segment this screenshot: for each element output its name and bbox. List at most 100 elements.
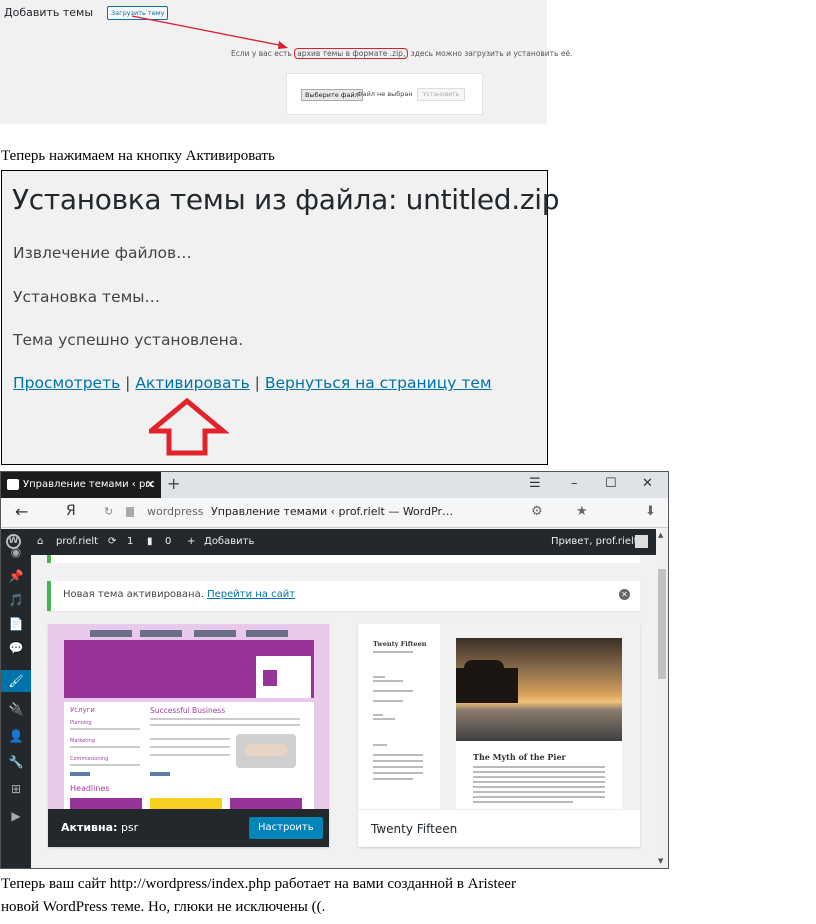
reload-icon[interactable]: ↻	[104, 505, 113, 518]
preview-nav-item	[90, 630, 132, 637]
browser-screenshot: Управление темами ‹ prc ✕ + ☰ – ☐ ✕ ← Я …	[0, 471, 669, 869]
scroll-up-icon[interactable]: ▲	[658, 531, 663, 539]
preview-text-line	[373, 690, 413, 692]
avatar[interactable]	[635, 535, 648, 548]
url-page-title[interactable]: Управление темами ‹ prof.rielt — WordPr…	[211, 505, 453, 518]
add-new-link[interactable]: Добавить	[204, 529, 254, 555]
upload-theme-screenshot: Добавить темы Загрузить тему Если у вас …	[0, 0, 572, 124]
preview-text-line	[373, 744, 387, 746]
comments-icon[interactable]: ▮	[147, 529, 153, 555]
comments-count[interactable]: 0	[165, 529, 171, 555]
preview-text-line	[473, 771, 605, 773]
pin-icon[interactable]: 📌	[1, 565, 31, 587]
window-close-icon[interactable]: ✕	[642, 476, 653, 491]
step-installing: Установка темы…	[13, 288, 161, 306]
back-arrow-icon[interactable]: ←	[15, 502, 28, 521]
preview-text-line	[473, 781, 605, 783]
preview-text-line	[150, 724, 300, 726]
theme-footer: Twenty Fifteen	[358, 809, 640, 847]
preview-hand	[244, 744, 288, 756]
url-host[interactable]: wordpress	[147, 505, 204, 518]
home-icon[interactable]: ⌂	[37, 529, 43, 555]
activate-link[interactable]: Активировать	[135, 374, 249, 392]
preview-text-line	[373, 760, 423, 762]
wp-admin-bar: W ⌂ prof.rielt ⟳ 1 ▮ 0 + Добавить Привет…	[1, 529, 656, 555]
preview-block	[150, 798, 222, 809]
yandex-icon[interactable]: Я	[66, 503, 76, 519]
theme-card-twenty-fifteen[interactable]: Twenty Fifteen The Myth of the Pier Twen…	[358, 624, 640, 847]
visit-site-link[interactable]: Перейти на сайт	[207, 589, 295, 600]
preview-text-line	[70, 746, 140, 748]
preview-text-line	[70, 728, 140, 730]
preview-button	[150, 772, 170, 776]
updates-icon[interactable]: ⟳	[108, 529, 116, 555]
settings-icon[interactable]: ⚙	[531, 504, 543, 519]
preview-heading: Marketing	[70, 738, 95, 744]
theme-name[interactable]: Twenty Fifteen	[371, 822, 457, 836]
preview-logo-mark	[263, 670, 277, 686]
theme-screenshot-psr[interactable]: Услуги Successful Business Planning Mark…	[48, 624, 329, 809]
preview-text-line	[373, 714, 383, 716]
step-success: Тема успешно установлена.	[13, 331, 244, 349]
car-icon	[7, 479, 19, 490]
preview-text-line	[473, 776, 605, 778]
pages-icon[interactable]: 📄	[1, 613, 31, 635]
preview-button	[70, 772, 90, 776]
dismiss-icon[interactable]: ✕	[619, 589, 630, 600]
link-separator: |	[249, 374, 265, 392]
preview-text-line	[70, 764, 140, 766]
page-scrollbar[interactable]: ▲ ▼	[656, 529, 668, 868]
customize-button[interactable]: Настроить	[249, 817, 323, 839]
add-new-icon[interactable]: +	[187, 529, 195, 555]
updates-count[interactable]: 1	[127, 529, 133, 555]
preview-text-line	[473, 766, 605, 768]
active-theme-name: psr	[120, 821, 139, 834]
preview-text-line	[373, 772, 423, 774]
preview-heading: Headlines	[70, 784, 110, 793]
download-icon[interactable]: ⬇	[645, 504, 656, 519]
theme-card-psr[interactable]: Услуги Successful Business Planning Mark…	[48, 624, 329, 847]
minimize-icon[interactable]: –	[571, 476, 578, 491]
scroll-down-icon[interactable]: ▼	[658, 857, 663, 865]
back-to-themes-link[interactable]: Вернуться на страницу тем	[265, 374, 492, 392]
plugins-icon[interactable]: 🔌	[1, 698, 31, 720]
preview-text-line	[373, 718, 395, 720]
install-title: Установка темы из файла: untitled.zip	[12, 183, 560, 216]
tools-icon[interactable]: 🔧	[1, 751, 31, 773]
bookmark-star-icon[interactable]: ★	[576, 504, 588, 519]
new-tab-icon[interactable]: +	[167, 474, 180, 493]
maximize-icon[interactable]: ☐	[605, 476, 617, 491]
preview-nav-item	[194, 630, 236, 637]
preview-text-line	[150, 746, 230, 748]
preview-nav-item	[140, 630, 182, 637]
preview-link[interactable]: Просмотреть	[13, 374, 120, 392]
preview-hero	[64, 640, 314, 698]
active-theme-footer: Активна: psr Настроить	[48, 809, 329, 847]
pier-silhouette	[456, 660, 518, 703]
preview-site-name: Twenty Fifteen	[373, 640, 427, 648]
scroll-thumb[interactable]	[658, 569, 666, 679]
site-name-link[interactable]: prof.rielt	[56, 529, 98, 555]
comments-menu-icon[interactable]: 💬	[1, 637, 31, 659]
active-prefix: Активна:	[61, 821, 118, 834]
install-result-screenshot: Установка темы из файла: untitled.zip Из…	[1, 170, 560, 465]
preview-post: The Myth of the Pier	[456, 638, 622, 809]
users-icon[interactable]: 👤	[1, 725, 31, 747]
install-actions: Просмотреть | Активировать | Вернуться н…	[13, 374, 492, 392]
appearance-icon[interactable]: 🖌	[1, 670, 31, 692]
preview-text-line	[150, 738, 230, 740]
up-arrow-icon	[149, 397, 229, 456]
collapse-icon[interactable]: ▶	[1, 805, 31, 827]
menu-icon[interactable]: ☰	[529, 476, 541, 491]
tab-themes[interactable]: Управление темами ‹ prc ✕	[1, 472, 161, 498]
preview-logo	[256, 656, 311, 698]
tab-bar: Управление темами ‹ prc ✕ + ☰ – ☐ ✕	[1, 472, 668, 498]
dashboard-icon[interactable]: ◉	[1, 541, 31, 563]
media-icon[interactable]: 🎵	[1, 589, 31, 611]
close-icon[interactable]: ✕	[146, 472, 155, 498]
greeting[interactable]: Привет, prof.rielt	[551, 529, 638, 555]
preview-nav-item	[246, 630, 288, 637]
settings-menu-icon[interactable]: ⊞	[1, 778, 31, 800]
theme-screenshot-twenty-fifteen[interactable]: Twenty Fifteen The Myth of the Pier	[358, 624, 640, 809]
caption-result-line-2: новой WordPress теме. Но, глюки не исклю…	[1, 899, 326, 915]
